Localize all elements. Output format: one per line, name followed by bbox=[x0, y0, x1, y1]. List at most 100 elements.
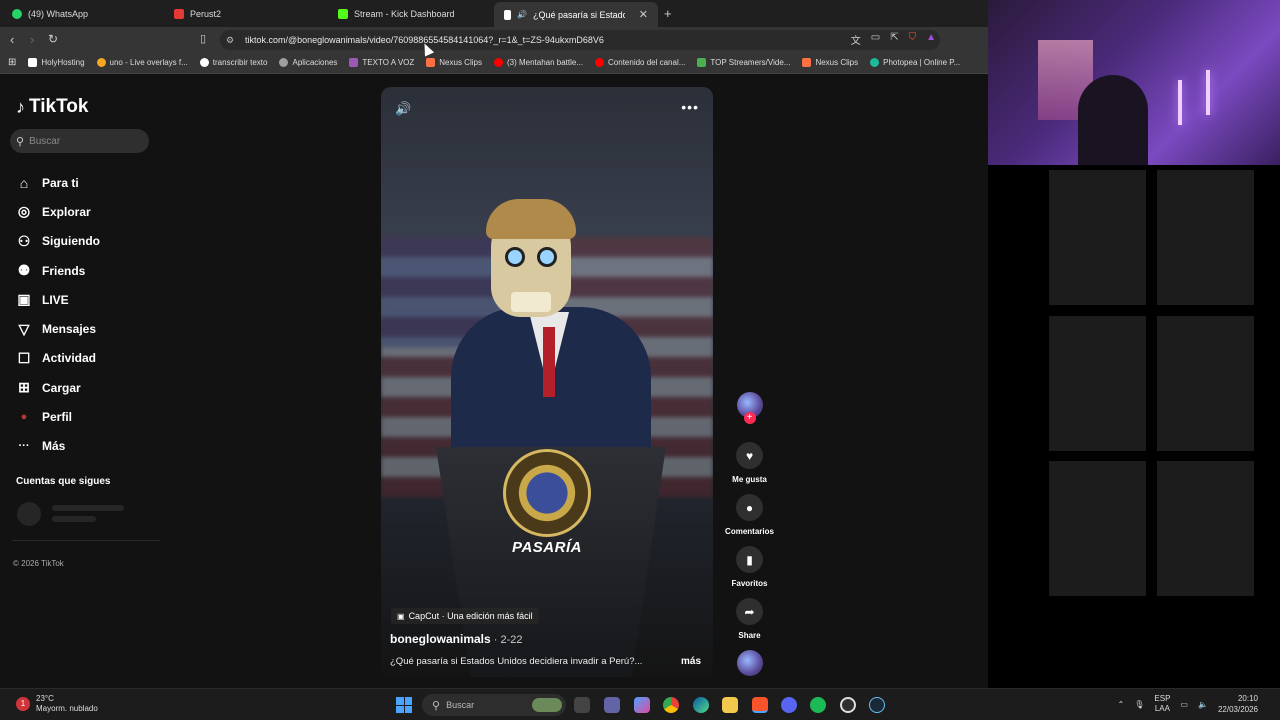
discord-icon[interactable] bbox=[781, 697, 797, 713]
tab-label: ¿Qué pasaría si Estados Unid bbox=[533, 9, 625, 20]
bookmark-item[interactable]: Nexus Clips bbox=[802, 58, 858, 67]
tab-kick-dashboard[interactable]: Stream - Kick Dashboard bbox=[328, 4, 488, 24]
spotify-icon[interactable] bbox=[810, 697, 826, 713]
creator-avatar-button[interactable]: + bbox=[722, 392, 777, 424]
video-player[interactable]: PASARÍA 🔊 ••• ▣ CapCut · Una edición más… bbox=[381, 87, 713, 677]
file-explorer-icon[interactable] bbox=[722, 697, 738, 713]
capcut-label: CapCut · Una edición más fácil bbox=[408, 611, 533, 621]
music-disc-button[interactable] bbox=[722, 650, 777, 676]
skeleton-thumbnail bbox=[1049, 316, 1146, 451]
sidebar-item-label: Cargar bbox=[42, 380, 81, 395]
teams-icon[interactable] bbox=[604, 697, 620, 713]
logo-text: TikTok bbox=[29, 96, 89, 117]
copilot-icon[interactable] bbox=[634, 697, 650, 713]
reload-icon[interactable]: ↻ bbox=[48, 32, 58, 46]
sidebar-item-mas[interactable]: ··· Más bbox=[16, 432, 100, 461]
weather-text: 23°C Mayorm. nublado bbox=[36, 694, 98, 714]
skeleton-avatar bbox=[17, 502, 41, 526]
sidebar-item-mensajes[interactable]: ▽ Mensajes bbox=[16, 314, 100, 343]
send-icon: ▽ bbox=[18, 320, 30, 337]
search-input[interactable]: ⚲ Buscar bbox=[10, 129, 149, 153]
user-follow-icon: ⚇ bbox=[17, 232, 31, 249]
brave-rewards-icon[interactable]: ▲ bbox=[926, 32, 936, 47]
edge-icon[interactable] bbox=[693, 697, 709, 713]
follow-plus-icon[interactable]: + bbox=[743, 412, 756, 424]
comments-button[interactable]: ● Comentarios bbox=[722, 494, 777, 536]
bookmark-item[interactable]: Contenido del canal... bbox=[595, 58, 685, 67]
bookmark-label: Contenido del canal... bbox=[608, 58, 686, 67]
brave-icon[interactable] bbox=[752, 697, 768, 713]
weather-temp: 23°C bbox=[36, 694, 54, 703]
tiktok-page: ♪ TikTok ⚲ Buscar ⌂ Para ti ◎ Explorar ⚇ Si… bbox=[0, 74, 988, 688]
bookmark-favicon-icon bbox=[96, 58, 106, 67]
tiktok-logo[interactable]: ♪ TikTok bbox=[16, 96, 88, 118]
bookmark-item[interactable]: Nexus Clips bbox=[426, 58, 482, 67]
tab-tiktok-video[interactable]: 🔊 ¿Qué pasaría si Estados Unid ✕ bbox=[494, 2, 658, 27]
brave-shield-icon[interactable]: ⛉ bbox=[909, 32, 917, 47]
bookmark-item[interactable]: transcribir texto bbox=[199, 58, 267, 67]
chrome-icon[interactable] bbox=[663, 697, 679, 713]
sidebar-item-para-ti[interactable]: ⌂ Para ti bbox=[16, 168, 100, 197]
obs-icon[interactable] bbox=[840, 697, 856, 713]
network-icon[interactable]: ▭ bbox=[1180, 700, 1188, 709]
more-link[interactable]: más bbox=[681, 656, 701, 667]
comments-label: Comentarios bbox=[725, 527, 774, 536]
apps-grid-icon[interactable]: ⊞ bbox=[8, 57, 16, 68]
toolbar-icons: 文 ▭ ⇱ ⛉ ▲ bbox=[851, 32, 936, 47]
forward-icon[interactable]: › bbox=[30, 32, 34, 47]
tab-whatsapp[interactable]: (49) WhatsApp bbox=[2, 4, 162, 24]
favorites-button[interactable]: ▮ Favoritos bbox=[722, 546, 777, 588]
bookmark-icon[interactable]: ▯ bbox=[200, 32, 206, 45]
browser-toolbar: ‹ › ↻ ▯ ⚙ tiktok.com/@boneglowanimals/vi… bbox=[0, 27, 988, 52]
share-button[interactable]: ➦ Share bbox=[722, 598, 777, 640]
site-info-icon[interactable]: ⚙ bbox=[226, 35, 234, 46]
sidebar-item-perfil[interactable]: ● Perfil bbox=[16, 402, 100, 431]
windows-start-icon[interactable] bbox=[396, 697, 412, 713]
sidebar-item-siguiendo[interactable]: ⚇ Siguiendo bbox=[16, 227, 100, 256]
skeleton-thumbnail bbox=[1049, 170, 1146, 305]
tiktok-note-icon: ♪ bbox=[16, 96, 25, 117]
volume-tray-icon[interactable]: 🔈 bbox=[1198, 700, 1208, 709]
weather-widget[interactable]: 1 23°C Mayorm. nublado bbox=[16, 694, 98, 714]
taskbar-search[interactable]: ⚲ Buscar bbox=[422, 694, 566, 716]
clock[interactable]: 20:10 22/03/2026 bbox=[1218, 693, 1258, 715]
tab-label: (49) WhatsApp bbox=[28, 9, 89, 19]
bookmark-item[interactable]: TEXTO A VOZ bbox=[349, 58, 414, 67]
sidebar-item-friends[interactable]: ⚉ Friends bbox=[16, 256, 100, 285]
microphone-icon[interactable]: 🎙 bbox=[1134, 700, 1144, 709]
share-page-icon[interactable]: ⇱ bbox=[890, 32, 898, 47]
video-author[interactable]: boneglowanimals · 2-22 bbox=[390, 632, 522, 646]
share-label: Share bbox=[738, 631, 761, 640]
close-tab-icon[interactable]: ✕ bbox=[639, 8, 648, 21]
bookmark-favicon-icon bbox=[493, 58, 503, 67]
sidebar-item-label: Para ti bbox=[42, 175, 79, 190]
sidebar-item-live[interactable]: ▣ LIVE bbox=[16, 285, 100, 314]
bookmark-item[interactable]: uno - Live overlays f... bbox=[96, 58, 188, 67]
friends-icon: ⚉ bbox=[17, 262, 31, 279]
tab-perust2[interactable]: Perust2 bbox=[164, 4, 324, 24]
volume-icon[interactable]: 🔊 bbox=[395, 101, 411, 117]
bookmark-label: Nexus Clips bbox=[815, 58, 859, 67]
tray-overflow-icon[interactable]: ⌃ bbox=[1118, 700, 1125, 709]
sidebar-item-cargar[interactable]: ⊞ Cargar bbox=[16, 373, 100, 402]
bookmark-item[interactable]: Aplicaciones bbox=[279, 58, 337, 67]
bookmark-item[interactable]: HolyHosting bbox=[28, 58, 85, 67]
sidebar-item-explorar[interactable]: ◎ Explorar bbox=[16, 197, 100, 226]
back-icon[interactable]: ‹ bbox=[10, 32, 14, 47]
bookmark-item[interactable]: TOP Streamers/Vide... bbox=[697, 58, 790, 67]
cast-icon[interactable]: ▭ bbox=[871, 32, 880, 47]
capcut-badge[interactable]: ▣ CapCut · Una edición más fácil bbox=[391, 608, 539, 624]
new-tab-icon[interactable]: + bbox=[664, 6, 672, 21]
address-bar[interactable]: ⚙ tiktok.com/@boneglowanimals/video/7609… bbox=[220, 30, 940, 50]
translate-icon[interactable]: 文 bbox=[851, 32, 861, 47]
bookmark-item[interactable]: (3) Mentahan battle... bbox=[493, 58, 583, 67]
language-indicator[interactable]: ESP LAA bbox=[1154, 694, 1170, 714]
like-button[interactable]: ♥ Me gusta bbox=[722, 442, 777, 484]
bookmark-item[interactable]: Photopea | Online P... bbox=[870, 58, 960, 67]
steam-icon[interactable] bbox=[869, 697, 885, 713]
task-view-icon[interactable] bbox=[574, 697, 590, 713]
neon-light bbox=[1178, 80, 1182, 125]
video-overlay-text: PASARÍA bbox=[512, 539, 582, 556]
sidebar-item-actividad[interactable]: ☐ Actividad bbox=[16, 344, 100, 373]
video-options-icon[interactable]: ••• bbox=[681, 99, 699, 115]
